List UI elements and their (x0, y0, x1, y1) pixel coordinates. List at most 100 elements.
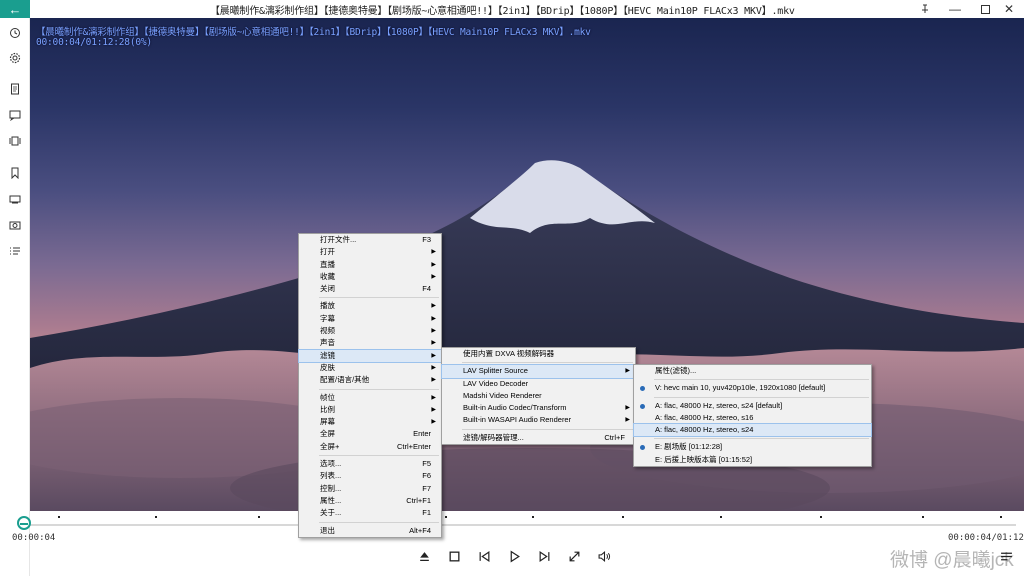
chapter-mark (445, 516, 447, 518)
menu-item-label: 退出 (320, 525, 335, 535)
menu-item[interactable]: Built-in Audio Codec/Transform ▶ (442, 402, 635, 414)
menu-item[interactable]: 收藏 ▶ (299, 271, 441, 283)
menu-item[interactable]: 视频 ▶ (299, 325, 441, 337)
menu-item-shortcut: F1 (422, 508, 431, 518)
chat-icon[interactable] (8, 108, 22, 122)
menu-item[interactable]: 全屏+ Ctrl+Enter (299, 441, 441, 453)
seek-handle[interactable] (17, 516, 31, 530)
menu-item[interactable]: 字幕 ▶ (299, 313, 441, 325)
menu-item-shortcut: Alt+F4 (409, 525, 431, 535)
menu-item[interactable]: 全屏 Enter (299, 428, 441, 440)
menu-item-shortcut: Enter (413, 429, 431, 439)
menu-separator (654, 396, 869, 398)
menu-item[interactable]: 屏幕 ▶ (299, 416, 441, 428)
context-menu-filter: 使用内置 DXVA 视频解码器 LAV Splitter Source ▶ LAV V… (441, 347, 636, 446)
menu-item[interactable]: 滤镜/解码器管理... Ctrl+F (442, 432, 635, 444)
menu-item-label: 滤镜/解码器管理... (463, 432, 524, 442)
menu-item-label: Built-in Audio Codec/Transform (463, 403, 567, 413)
menu-item[interactable]: 打开 ▶ (299, 246, 441, 258)
menu-separator (319, 388, 439, 390)
menu-item-label: LAV Video Decoder (463, 378, 529, 388)
back-button[interactable]: ← (0, 0, 30, 18)
menu-item-label: A: flac, 48000 Hz, stereo, s24 [default] (655, 400, 783, 410)
playlist-icon[interactable] (996, 546, 1016, 566)
menu-item-label: 选项... (320, 459, 342, 469)
menu-item[interactable]: 配置/语言/其他 ▶ (299, 374, 441, 386)
menu-item-label: 配置/语言/其他 (320, 375, 370, 385)
fullscreen-icon[interactable] (564, 546, 584, 566)
menu-item[interactable]: 播放 ▶ (299, 300, 441, 312)
menu-item-label: E: 后援上映版本篇 [01:15:52] (655, 454, 753, 464)
menu-item[interactable]: 直播 ▶ (299, 259, 441, 271)
next-icon[interactable] (534, 546, 554, 566)
eject-icon[interactable] (414, 546, 434, 566)
menu-item[interactable]: LAV Splitter Source ▶ (441, 364, 636, 379)
menu-item[interactable]: 列表... F6 (299, 470, 441, 482)
frames-icon[interactable] (8, 134, 22, 148)
menu-item-shortcut: Ctrl+Enter (397, 441, 431, 451)
menu-item[interactable]: E: 剧场版 [01:12:28] (634, 441, 871, 453)
menu-item-label: 全屏 (320, 429, 335, 439)
menu-item[interactable]: 退出 Alt+F4 (299, 525, 441, 537)
stop-icon[interactable] (444, 546, 464, 566)
play-icon[interactable] (504, 546, 524, 566)
menu-item-shortcut: Ctrl+F (604, 432, 625, 442)
menu-item-label: 控制... (320, 483, 342, 493)
menu-item[interactable]: 比例 ▶ (299, 404, 441, 416)
history-icon[interactable] (8, 26, 22, 40)
menu-item[interactable]: 帧位 ▶ (299, 392, 441, 404)
monitor-icon[interactable] (8, 192, 22, 206)
pin-icon[interactable] (910, 0, 940, 18)
list-icon[interactable] (8, 244, 22, 258)
camera-icon[interactable] (8, 218, 22, 232)
chapter-mark (58, 516, 60, 518)
document-icon[interactable] (8, 82, 22, 96)
menu-item-label: 直播 (320, 259, 335, 269)
menu-item[interactable]: 关闭 F4 (299, 283, 441, 295)
submenu-arrow-icon: ▶ (625, 405, 630, 412)
chapter-mark (155, 516, 157, 518)
menu-item[interactable]: 属性(滤镜)... (634, 365, 871, 377)
menu-item[interactable]: 使用内置 DXVA 视频解码器 (442, 348, 635, 360)
previous-icon[interactable] (474, 546, 494, 566)
menu-item-label: 字幕 (320, 313, 335, 323)
menu-item-label: 收藏 (320, 271, 335, 281)
submenu-arrow-icon: ▶ (431, 364, 436, 371)
menu-item[interactable]: E: 后援上映版本篇 [01:15:52] (634, 454, 871, 466)
menu-item[interactable]: 控制... F7 (299, 483, 441, 495)
menu-item[interactable]: Built-in WASAPI Audio Renderer ▶ (442, 414, 635, 426)
menu-item[interactable]: A: flac, 48000 Hz, stereo, s24 (633, 423, 872, 438)
gear-icon[interactable] (8, 51, 22, 65)
chapter-mark (922, 516, 924, 518)
minimize-icon[interactable]: — (940, 0, 970, 18)
menu-item[interactable]: V: hevc main 10, yuv420p10le, 1920x1080 … (634, 382, 871, 394)
chapter-mark (820, 516, 822, 518)
menu-item-label: V: hevc main 10, yuv420p10le, 1920x1080 … (655, 383, 826, 393)
bookmark-icon[interactable] (8, 166, 22, 180)
menu-item-label: 帧位 (320, 392, 335, 402)
chapter-mark (258, 516, 260, 518)
menu-item[interactable]: LAV Video Decoder (442, 378, 635, 390)
submenu-arrow-icon: ▶ (625, 368, 630, 375)
menu-item[interactable]: 打开文件... F3 (299, 234, 441, 246)
volume-icon[interactable] (594, 546, 614, 566)
menu-item[interactable]: 皮肤 ▶ (299, 362, 441, 374)
menu-item[interactable]: 关于... F1 (299, 507, 441, 519)
menu-item[interactable]: 选项... F5 (299, 458, 441, 470)
menu-item-shortcut: F3 (422, 235, 431, 244)
menu-item[interactable]: Madshi Video Renderer (442, 390, 635, 402)
submenu-arrow-icon: ▶ (431, 352, 436, 359)
radio-dot-icon (640, 386, 645, 392)
menu-item[interactable]: 滤镜 ▶ (298, 348, 442, 363)
menu-item[interactable]: A: flac, 48000 Hz, stereo, s16 (634, 412, 871, 424)
menu-item-label: 属性(滤镜)... (655, 366, 697, 375)
close-icon[interactable]: ✕ (994, 0, 1024, 18)
submenu-arrow-icon: ▶ (431, 303, 436, 310)
submenu-arrow-icon: ▶ (431, 273, 436, 280)
menu-item-label: 声音 (320, 338, 335, 348)
context-menu-main: 打开文件... F3 打开 ▶ 直播 ▶ 收藏 ▶ 关闭 F4 播放 ▶ 字幕 ▶ 视频 ▶ 声音 ▶ 滤镜 ▶ 皮肤 ▶… (298, 233, 442, 538)
seek-bar[interactable] (30, 524, 1016, 526)
menu-item[interactable]: A: flac, 48000 Hz, stereo, s24 [default] (634, 400, 871, 412)
menu-item[interactable]: 声音 ▶ (299, 337, 441, 349)
menu-item[interactable]: 属性... Ctrl+F1 (299, 495, 441, 507)
